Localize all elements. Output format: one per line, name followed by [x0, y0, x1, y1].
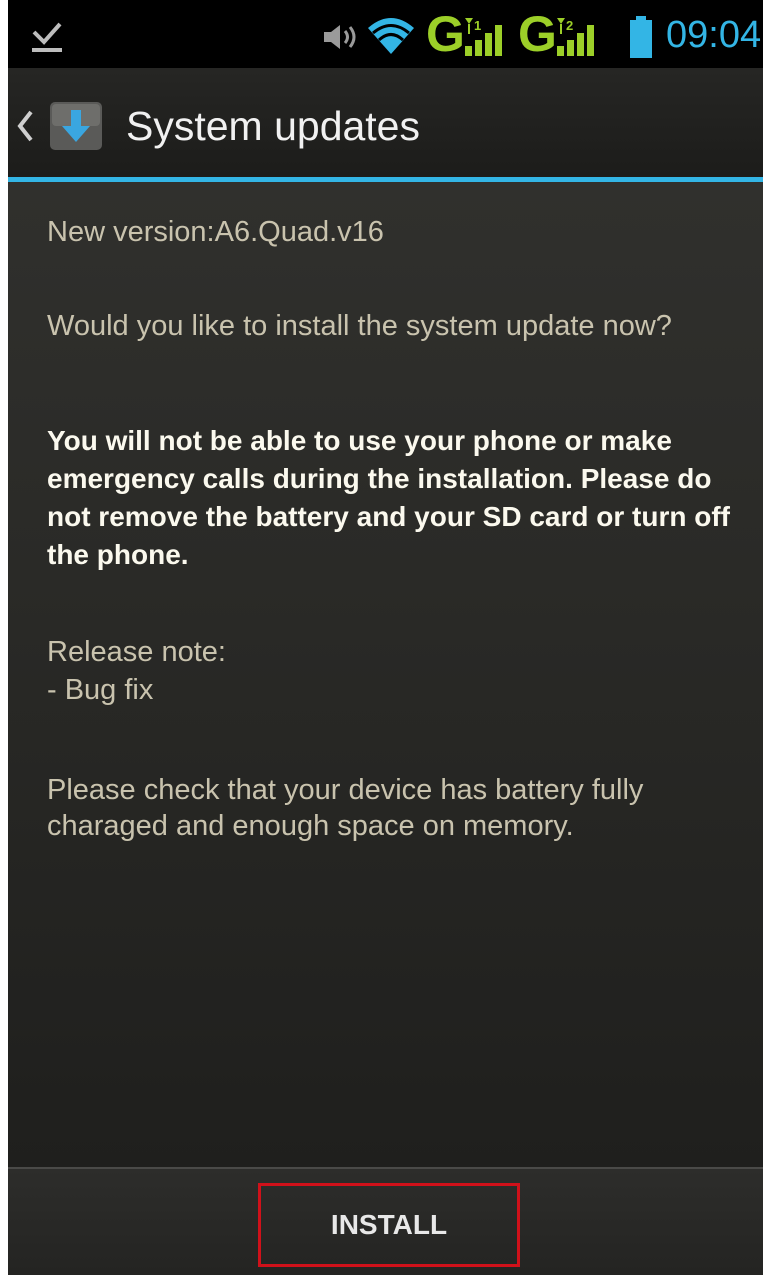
- battery-icon: [630, 16, 652, 58]
- release-note-label: Release note:: [47, 636, 226, 668]
- installation-warning-text: You will not be able to use your phone o…: [47, 425, 730, 570]
- battery-memory-notice: Please check that your device has batter…: [47, 774, 644, 842]
- new-version-text: New version:A6.Quad.v16: [47, 216, 384, 248]
- status-bar: G 1 G 2 09:04: [8, 0, 763, 68]
- release-note-item: - Bug fix: [47, 674, 154, 706]
- svg-text:2: 2: [566, 18, 573, 33]
- network-type-sim1: G: [426, 6, 465, 62]
- svg-text:1: 1: [474, 18, 481, 33]
- install-button[interactable]: INSTALL: [261, 1186, 517, 1264]
- status-time: 09:04: [666, 14, 762, 56]
- page-title: System updates: [126, 103, 420, 149]
- chevron-left-icon[interactable]: [14, 106, 36, 146]
- download-complete-icon: [32, 22, 62, 52]
- volume-icon: [324, 25, 356, 49]
- install-highlight-box: INSTALL: [258, 1183, 520, 1267]
- phone-screen: G 1 G 2 09:04 System updates New version…: [8, 0, 763, 1275]
- network-type-sim2: G: [518, 6, 557, 62]
- system-update-icon[interactable]: [48, 100, 104, 152]
- signal-sim1-icon: 1: [465, 18, 502, 56]
- update-details: New version:A6.Quad.v16 Would you like t…: [8, 182, 763, 1168]
- wifi-icon: [368, 18, 414, 54]
- action-bar: System updates: [8, 68, 763, 178]
- signal-sim2-icon: 2: [557, 18, 594, 56]
- bottom-button-bar: INSTALL: [8, 1169, 763, 1275]
- install-question-text: Would you like to install the system upd…: [47, 310, 672, 342]
